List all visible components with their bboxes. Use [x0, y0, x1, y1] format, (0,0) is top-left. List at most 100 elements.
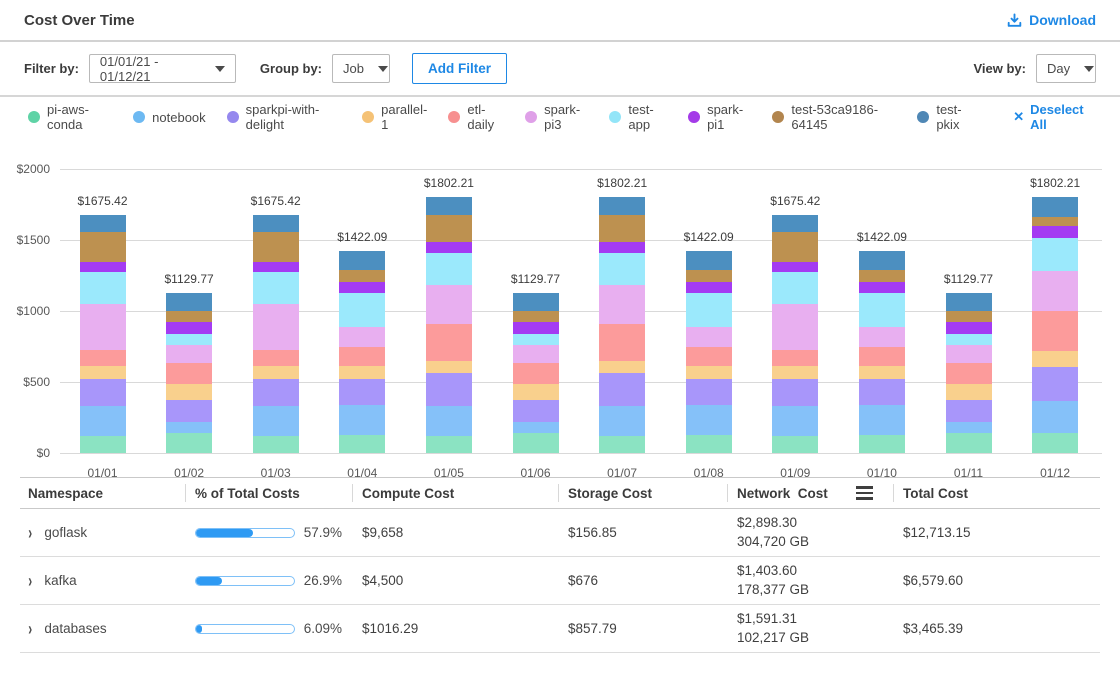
bar-segment-notebook — [426, 406, 472, 436]
bar-segment-spark-pi3 — [166, 345, 212, 363]
bar-segment-etl-daily — [166, 363, 212, 384]
column-header-6[interactable]: Total Cost — [893, 486, 1100, 501]
bar-segment-pi-aws-conda — [859, 435, 905, 453]
view-by-select[interactable]: Day — [1036, 54, 1096, 83]
bar-segment-test-53ca9186-64145 — [859, 270, 905, 282]
bar-01/10[interactable] — [859, 251, 905, 453]
bar-01/09[interactable] — [772, 215, 818, 453]
pct-cell: 26.9% — [185, 573, 352, 588]
bar-01/04[interactable] — [339, 251, 385, 453]
bar-segment-spark-pi1 — [599, 242, 645, 253]
add-filter-button[interactable]: Add Filter — [412, 53, 507, 84]
column-header-label: Namespace — [28, 486, 103, 501]
bar-01/03[interactable] — [253, 215, 299, 453]
bar-segment-sparkpi-with-delight — [80, 379, 126, 406]
bar-segment-notebook — [80, 406, 126, 437]
expand-chevron-icon[interactable]: › — [28, 618, 32, 639]
bar-segment-pi-aws-conda — [686, 435, 732, 453]
bar-segment-test-pkix — [772, 215, 818, 232]
bar-segment-test-53ca9186-64145 — [772, 232, 818, 262]
bar-01/06[interactable] — [513, 293, 559, 453]
table-row-kafka: ›kafka26.9%$4,500$676$1,403.60178,377 GB… — [20, 557, 1100, 605]
x-axis-tick-label: 01/04 — [332, 466, 392, 480]
legend-item-test-app[interactable]: test-app — [609, 102, 667, 132]
bar-01/01[interactable] — [80, 215, 126, 453]
legend-item-sparkpi-with-delight[interactable]: sparkpi-with-delight — [227, 102, 341, 132]
chevron-down-icon — [215, 66, 225, 72]
bar-segment-spark-pi3 — [80, 304, 126, 350]
bar-segment-sparkpi-with-delight — [946, 400, 992, 421]
column-header-label: % of Total Costs — [195, 486, 300, 501]
legend-item-label: sparkpi-with-delight — [246, 102, 341, 132]
download-button[interactable]: Download — [1007, 12, 1096, 28]
bar-segment-test-app — [686, 293, 732, 326]
total-cost-cell: $12,713.15 — [893, 525, 1100, 540]
bar-segment-sparkpi-with-delight — [253, 379, 299, 406]
bar-01/02[interactable] — [166, 293, 212, 453]
bar-segment-etl-daily — [339, 347, 385, 366]
bar-segment-sparkpi-with-delight — [166, 400, 212, 421]
filter-by-label: Filter by: — [24, 61, 79, 76]
bar-segment-test-app — [513, 334, 559, 345]
x-axis-tick-label: 01/03 — [246, 466, 306, 480]
bar-segment-etl-daily — [859, 347, 905, 366]
legend-item-test-pkix[interactable]: test-pkix — [917, 102, 976, 132]
bar-segment-test-app — [946, 334, 992, 345]
column-header-5[interactable]: Network Cost — [727, 486, 893, 501]
view-by-group: View by: Day — [973, 54, 1096, 83]
bar-segment-notebook — [859, 405, 905, 435]
group-by-value: Job — [343, 61, 364, 76]
bar-segment-etl-daily — [599, 324, 645, 361]
bar-segment-pi-aws-conda — [946, 433, 992, 453]
date-range-select[interactable]: 01/01/21 - 01/12/21 — [89, 54, 236, 83]
x-axis-tick-label: 01/02 — [159, 466, 219, 480]
chart-legend: pi-aws-conda notebook sparkpi-with-delight… — [0, 97, 1120, 137]
expand-chevron-icon[interactable]: › — [28, 522, 32, 543]
column-header-1[interactable]: Namespace — [20, 486, 185, 501]
bar-total-label: $1129.77 — [491, 272, 581, 286]
view-by-label: View by: — [973, 61, 1026, 76]
bar-segment-test-pkix — [859, 251, 905, 269]
bar-segment-test-app — [253, 272, 299, 304]
column-header-label: Storage Cost — [568, 486, 652, 501]
column-header-4[interactable]: Storage Cost — [558, 486, 727, 501]
bar-segment-parallel-1 — [253, 366, 299, 379]
bar-segment-test-53ca9186-64145 — [1032, 217, 1078, 226]
legend-item-spark-pi3[interactable]: spark-pi3 — [525, 102, 588, 132]
bar-segment-spark-pi1 — [686, 282, 732, 293]
table-row-databases: ›databases6.09%$1016.29$857.79$1,591.311… — [20, 605, 1100, 653]
legend-item-test-53ca9186-64145[interactable]: test-53ca9186-64145 — [772, 102, 896, 132]
legend-item-etl-daily[interactable]: etl-daily — [448, 102, 504, 132]
bar-segment-parallel-1 — [80, 366, 126, 379]
bar-segment-test-pkix — [166, 293, 212, 311]
network-cost-value: $1,403.60 — [737, 563, 797, 579]
bar-segment-sparkpi-with-delight — [513, 400, 559, 421]
bar-01/08[interactable] — [686, 251, 732, 453]
bar-01/11[interactable] — [946, 293, 992, 453]
legend-item-parallel-1[interactable]: parallel-1 — [362, 102, 427, 132]
bar-01/07[interactable] — [599, 197, 645, 453]
bar-segment-sparkpi-with-delight — [686, 379, 732, 405]
expand-chevron-icon[interactable]: › — [28, 570, 32, 591]
bar-segment-spark-pi3 — [859, 327, 905, 347]
legend-item-notebook[interactable]: notebook — [133, 110, 206, 125]
bar-segment-pi-aws-conda — [426, 436, 472, 453]
table-header-row: Namespace % of Total Costs Compute Cost Sto… — [20, 478, 1100, 509]
group-by-select[interactable]: Job — [332, 54, 390, 83]
legend-item-spark-pi1[interactable]: spark-pi1 — [688, 102, 751, 132]
legend-item-label: test-53ca9186-64145 — [791, 102, 896, 132]
legend-item-label: pi-aws-conda — [47, 102, 112, 132]
deselect-all-button[interactable]: ✕ Deselect All — [1013, 102, 1092, 132]
namespace-cell: ›goflask — [20, 525, 185, 540]
bar-01/12[interactable] — [1032, 197, 1078, 453]
bar-segment-notebook — [599, 406, 645, 436]
bar-01/05[interactable] — [426, 197, 472, 453]
column-header-3[interactable]: Compute Cost — [352, 486, 558, 501]
bar-segment-test-app — [80, 272, 126, 304]
bar-segment-test-app — [772, 272, 818, 304]
gridline-2000 — [60, 169, 1102, 170]
bar-segment-test-53ca9186-64145 — [426, 215, 472, 242]
column-menu-icon[interactable] — [856, 486, 873, 500]
legend-item-pi-aws-conda[interactable]: pi-aws-conda — [28, 102, 112, 132]
column-header-2[interactable]: % of Total Costs — [185, 486, 352, 501]
